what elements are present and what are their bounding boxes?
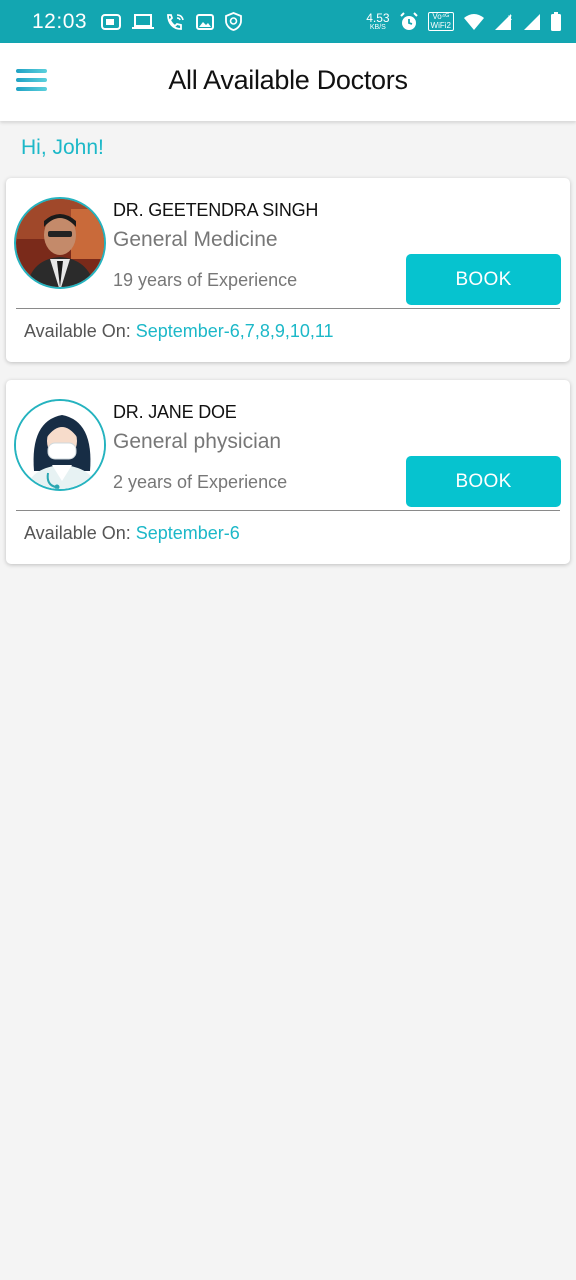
divider <box>16 510 560 511</box>
doctor-photo-icon <box>16 199 104 287</box>
battery-icon <box>551 11 561 31</box>
image-icon <box>196 13 215 30</box>
doctor-experience: 2 years of Experience <box>113 472 288 492</box>
notification-icons <box>101 12 242 31</box>
signal-icon: x <box>495 13 512 30</box>
availability-label: Available On: <box>24 523 131 543</box>
doctor-name: DR. JANE DOE <box>113 402 237 422</box>
volte-wifi-badge: Vo⁴ᴳ WiFi2 <box>427 12 454 31</box>
doctor-name: DR. GEETENDRA SINGH <box>113 200 319 220</box>
status-bar: 12:03 4.53 KB/S Vo⁴ᴳ WiFi2 x <box>0 0 576 43</box>
doctor-specialty: General Medicine <box>113 228 278 251</box>
alarm-icon <box>399 11 418 30</box>
network-speed: 4.53 KB/S <box>366 11 390 31</box>
availability-dates: September-6 <box>135 523 240 543</box>
divider <box>16 308 560 309</box>
wifi-call-icon <box>167 13 184 30</box>
signal-icon <box>524 13 540 30</box>
book-button[interactable]: BOOK <box>406 456 561 507</box>
doctor-avatar <box>14 399 106 491</box>
app-bar: All Available Doctors <box>0 43 576 121</box>
status-time: 12:03 <box>32 9 88 33</box>
availability: Available On: September-6 <box>24 523 240 544</box>
book-button[interactable]: BOOK <box>406 254 561 305</box>
availability-label: Available On: <box>24 321 131 341</box>
system-icons: 4.53 KB/S Vo⁴ᴳ WiFi2 x <box>366 11 562 32</box>
doctor-avatar <box>14 197 106 289</box>
wifi-icon <box>464 13 484 30</box>
shield-icon <box>225 12 242 31</box>
doctor-specialty: General physician <box>113 430 282 453</box>
availability-dates: September-6,7,8,9,10,11 <box>135 321 334 341</box>
greeting-text: Hi, John! <box>21 136 104 159</box>
page-title: All Available Doctors <box>168 65 408 95</box>
doctor-card: DR. JANE DOE General physician 2 years o… <box>6 380 570 564</box>
message-icon <box>101 13 122 30</box>
female-doctor-illustration-icon <box>16 401 104 489</box>
doctor-card: DR. GEETENDRA SINGH General Medicine 19 … <box>6 178 570 362</box>
svg-text:x: x <box>508 13 512 22</box>
doctor-experience: 19 years of Experience <box>113 270 298 290</box>
availability: Available On: September-6,7,8,9,10,11 <box>24 321 334 342</box>
laptop-icon <box>132 13 155 29</box>
